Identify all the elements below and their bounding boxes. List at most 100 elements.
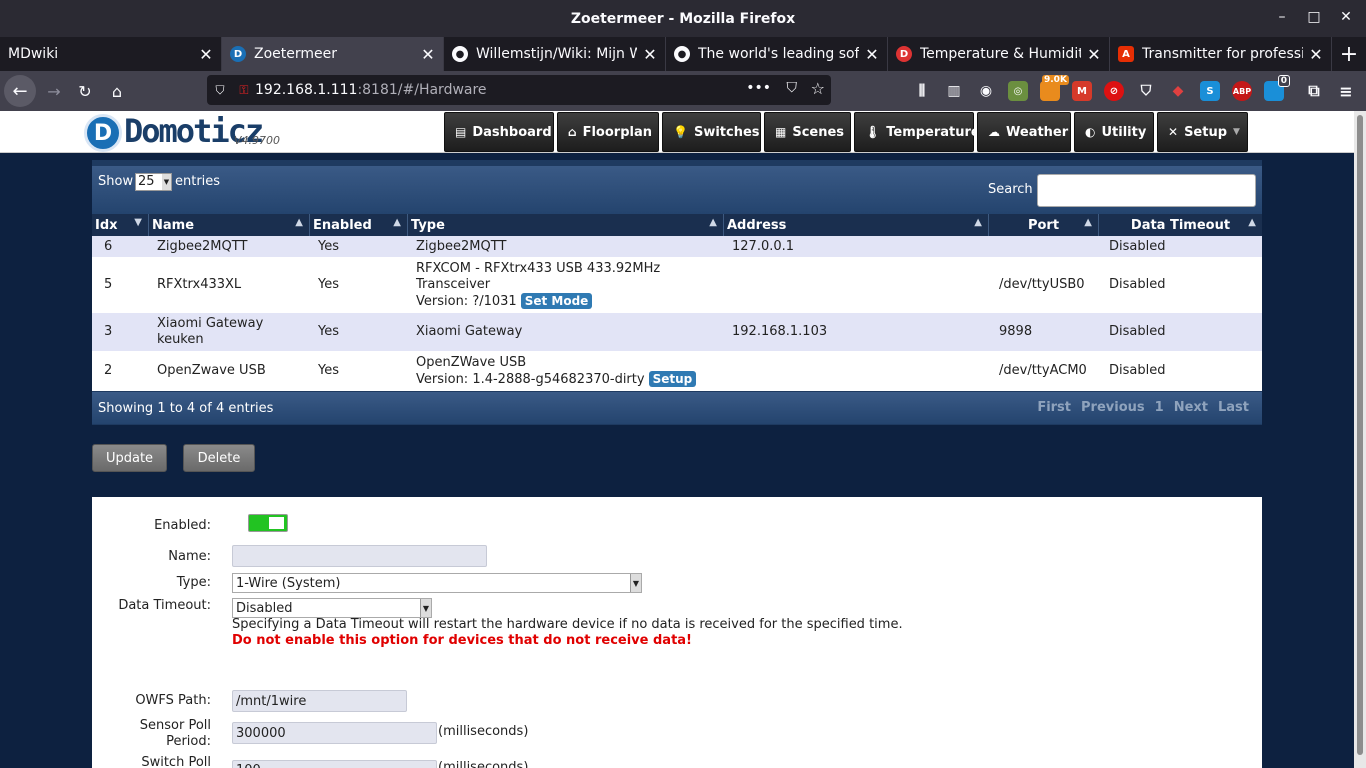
type-select[interactable]: 1-Wire (System) ▼ (232, 573, 642, 593)
extension-badge: 9.0K (1042, 75, 1069, 85)
data-timeout-label: Data Timeout: (118, 598, 211, 613)
page-scrollbar[interactable] (1354, 111, 1366, 768)
insecure-lock-icon[interactable]: ⚿ (233, 83, 255, 98)
adblock-plus-icon[interactable]: ABP (1232, 81, 1252, 101)
pager-last[interactable]: Last (1213, 400, 1254, 415)
reload-button[interactable]: ↻ (70, 76, 100, 106)
close-tab-icon[interactable]: ✕ (865, 45, 879, 64)
minimize-icon[interactable]: – (1274, 9, 1290, 27)
owl-extension-icon[interactable]: ◎ (1008, 81, 1028, 101)
red-extension-icon[interactable]: ⊘ (1104, 81, 1124, 101)
close-tab-icon[interactable]: ✕ (1087, 45, 1101, 64)
table-row[interactable]: 2 OpenZwave USB Yes OpenZWave USB Versio… (92, 351, 1262, 391)
col-address[interactable]: Address ▲ (724, 214, 989, 236)
table-row[interactable]: 6 Zigbee2MQTT Yes Zigbee2MQTT 127.0.0.1 … (92, 236, 1262, 257)
cell-enabled: Yes (318, 277, 339, 292)
owfs-path-input[interactable]: /mnt/1wire (232, 690, 407, 712)
menu-setup[interactable]: ✕ Setup ▼ (1157, 112, 1248, 152)
page-actions-icon[interactable]: ••• (746, 80, 771, 96)
scrollbar-thumb[interactable] (1357, 115, 1363, 755)
col-data-timeout[interactable]: Data Timeout ▲ (1099, 214, 1262, 236)
entries-select[interactable]: 25 ▼ (135, 173, 172, 191)
pager-previous[interactable]: Previous (1076, 400, 1150, 415)
delete-button[interactable]: Delete (183, 444, 255, 472)
tab-github-world[interactable]: ● The world's leading soft ✕ (666, 37, 888, 71)
eraser-extension-icon[interactable]: ◆ (1168, 81, 1188, 101)
tab-github-wiki[interactable]: ● Willemstijn/Wiki: Mijn W ✕ (444, 37, 666, 71)
shield-icon[interactable]: ⛉ (207, 83, 233, 98)
col-idx[interactable]: Idx ▼ (92, 214, 149, 236)
data-timeout-select[interactable]: Disabled ▼ (232, 598, 432, 618)
tab-transmitter[interactable]: A Transmitter for professi ✕ (1110, 37, 1332, 71)
switch-poll-input[interactable]: 100 (232, 760, 437, 768)
sensor-poll-input[interactable]: 300000 (232, 722, 437, 744)
cell-enabled: Yes (318, 363, 339, 378)
close-tab-icon[interactable]: ✕ (199, 45, 213, 64)
window-title: Zoetermeer - Mozilla Firefox (570, 10, 796, 27)
weather-icon: ☁ (988, 125, 1000, 139)
shield-extension-icon[interactable]: ⛉ (1136, 81, 1156, 101)
tab-label: The world's leading soft (698, 46, 859, 62)
forward-button[interactable]: → (39, 76, 69, 106)
new-tab-button[interactable]: + (1332, 37, 1366, 71)
set-mode-button[interactable]: Set Mode (520, 292, 593, 309)
extension-9k-icon[interactable]: 9.0K (1040, 75, 1069, 101)
bookmark-star-icon[interactable]: ☆ (811, 79, 825, 98)
pagination: First Previous 1 Next Last (1032, 400, 1254, 415)
menu-label: Scenes (792, 124, 845, 140)
floorplan-icon: ⌂ (568, 125, 577, 139)
hamburger-menu-icon[interactable]: ≡ (1336, 81, 1356, 101)
tab-temperature-humidity[interactable]: D Temperature & Humidity ✕ (888, 37, 1110, 71)
col-name[interactable]: Name ▲ (149, 214, 310, 236)
name-input[interactable] (232, 545, 487, 567)
table-row[interactable]: 3 Xiaomi Gateway keuken Yes Xiaomi Gatew… (92, 313, 1262, 351)
menu-temperature[interactable]: 🌡 Temperature (854, 112, 980, 152)
cell-type: Xiaomi Gateway (416, 324, 523, 339)
back-button[interactable]: ← (4, 75, 36, 107)
library-icon[interactable]: ⫼ (912, 81, 932, 101)
pocket-icon[interactable]: ⛉ (787, 80, 798, 96)
close-tab-icon[interactable]: ✕ (1309, 45, 1323, 64)
close-tab-icon[interactable]: ✕ (643, 45, 657, 64)
sidebar-icon[interactable]: ▥ (944, 81, 964, 101)
tab-zoetermeer[interactable]: D Zoetermeer ✕ (222, 37, 444, 71)
maximize-icon[interactable]: □ (1306, 9, 1322, 27)
setup-button[interactable]: Setup (648, 370, 697, 387)
menu-weather[interactable]: ☁ Weather (977, 112, 1071, 152)
pager-next[interactable]: Next (1169, 400, 1213, 415)
menu-scenes[interactable]: ▦ Scenes (764, 112, 851, 152)
table-row[interactable]: 5 RFXtrx433XL Yes RFXCOM - RFXtrx433 USB… (92, 257, 1262, 313)
tab-mdwiki[interactable]: MDwiki ✕ (0, 37, 222, 71)
pager-first[interactable]: First (1032, 400, 1076, 415)
col-enabled[interactable]: Enabled ▲ (310, 214, 408, 236)
pager-page-1[interactable]: 1 (1150, 400, 1169, 415)
enabled-toggle[interactable] (248, 514, 288, 532)
update-button[interactable]: Update (92, 444, 167, 472)
s-extension-icon[interactable]: S (1200, 81, 1220, 101)
menu-dashboard[interactable]: ▤ Dashboard (444, 112, 554, 152)
home-button[interactable]: ⌂ (102, 76, 132, 106)
menu-label: Setup (1184, 124, 1228, 140)
cell-name: Xiaomi Gateway keuken (157, 316, 264, 347)
m-extension-icon[interactable]: M (1072, 81, 1092, 101)
tab-label: MDwiki (8, 46, 59, 62)
col-label: Type (411, 217, 445, 233)
col-type[interactable]: Type ▲ (408, 214, 724, 236)
search-input[interactable] (1037, 174, 1256, 207)
close-window-icon[interactable]: ✕ (1338, 9, 1354, 27)
extensions-puzzle-icon[interactable]: ⧉ (1304, 81, 1324, 101)
url-bar[interactable]: ⛉ ⚿ 192.168.1.111:8181/#/Hardware ••• ⛉ … (207, 75, 831, 105)
domoticz-icon: D (230, 46, 246, 62)
cell-address (724, 257, 989, 313)
menu-utility[interactable]: ◐ Utility (1074, 112, 1154, 152)
thermometer-icon: 🌡 (865, 125, 881, 139)
window-titlebar: Zoetermeer - Mozilla Firefox – □ ✕ (0, 0, 1366, 37)
close-tab-icon[interactable]: ✕ (421, 45, 435, 64)
menu-switches[interactable]: 💡 Switches (662, 112, 761, 152)
account-icon[interactable]: ◉ (976, 81, 996, 101)
col-port[interactable]: Port ▲ (989, 214, 1099, 236)
tab-strip: MDwiki ✕ D Zoetermeer ✕ ● Willemstijn/Wi… (0, 37, 1366, 71)
counter-extension-icon[interactable]: 0 (1264, 75, 1290, 101)
menu-floorplan[interactable]: ⌂ Floorplan (557, 112, 659, 152)
menu-label: Switches (693, 124, 760, 140)
